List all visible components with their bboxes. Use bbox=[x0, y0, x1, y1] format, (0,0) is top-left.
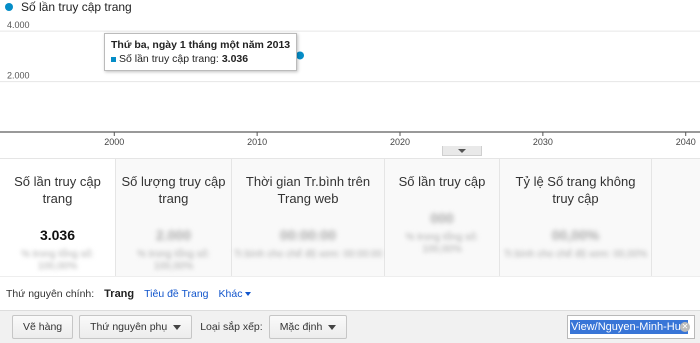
legend-series-label: Số lần truy cập trang bbox=[21, 0, 132, 14]
tooltip-label: Số lần truy cập trang: bbox=[119, 53, 219, 65]
sort-type-label: Loại sắp xếp: bbox=[200, 321, 263, 333]
metric-subtext: % trong tổng số: 100,00% bbox=[137, 249, 210, 272]
plot-rows-label: Vẽ hàng bbox=[23, 321, 63, 333]
dimension-other-dropdown[interactable]: Khác bbox=[219, 288, 252, 300]
metric-title: Số lượng truy cập trang bbox=[121, 174, 226, 206]
tooltip-title: Thứ ba, ngày 1 tháng một năm 2013 bbox=[111, 39, 291, 51]
primary-dimension-label: Thứ nguyên chính: bbox=[6, 287, 95, 300]
metric-value: 3.036 bbox=[39, 227, 76, 243]
metric-avg-time[interactable]: Thời gian Tr.bình trên Trang web 00:00:0… bbox=[232, 159, 385, 277]
sort-type-value: Mặc định bbox=[279, 321, 323, 333]
metric-value: 000 bbox=[430, 210, 454, 226]
x-tick-label: 2000 bbox=[104, 137, 124, 147]
metric-title: Thời gian Tr.bình trên Trang web bbox=[245, 174, 371, 206]
chart-tooltip: Thứ ba, ngày 1 tháng một năm 2013 Số lần… bbox=[104, 33, 298, 71]
data-point bbox=[296, 51, 304, 60]
metric-value: 00,00% bbox=[551, 227, 600, 243]
metric-entrances[interactable]: Số lần truy cập 000 % trong tổng số: 100… bbox=[385, 159, 500, 277]
dimension-page-title-link[interactable]: Tiêu đề Trang bbox=[144, 288, 208, 300]
tooltip-value: 3.036 bbox=[221, 53, 249, 65]
y-tick-label: 4.000 bbox=[7, 20, 30, 30]
filter-input-value: View/Nguyen-Minh-Hue bbox=[570, 320, 688, 334]
dimension-other-label: Khác bbox=[218, 287, 243, 300]
clear-icon[interactable]: ✕ bbox=[680, 322, 690, 332]
plot-rows-button[interactable]: Vẽ hàng bbox=[12, 315, 74, 339]
metric-scorecards: Số lần truy cập trang 3.036 % trong tổng… bbox=[0, 158, 700, 277]
x-tick-label: 2030 bbox=[533, 137, 553, 147]
y-tick-label: 2.000 bbox=[7, 71, 30, 81]
metric-extra[interactable] bbox=[652, 159, 700, 277]
tooltip-series-swatch-icon bbox=[111, 56, 116, 62]
chart-collapse-toggle[interactable] bbox=[442, 146, 482, 156]
chart-legend[interactable]: Số lần truy cập trang bbox=[5, 0, 132, 14]
metric-title: Số lần truy cập trang bbox=[14, 174, 101, 206]
x-tick-label: 2020 bbox=[390, 137, 410, 147]
x-tick-label: 2010 bbox=[247, 137, 267, 147]
primary-dimension-bar: Thứ nguyên chính: Trang Tiêu đề Trang Kh… bbox=[0, 276, 700, 310]
table-filter-input[interactable]: View/Nguyen-Minh-Hue ✕ bbox=[567, 315, 695, 339]
metric-bounce-rate[interactable]: Tỷ lệ Số trang không truy cập 00,00% Tr.… bbox=[500, 159, 652, 277]
metric-value: 00:00:00 bbox=[279, 227, 337, 243]
metric-unique-pageviews[interactable]: Số lượng truy cập trang 2.000 % trong tổ… bbox=[116, 159, 232, 277]
metric-value: 2.000 bbox=[155, 227, 192, 243]
metric-subtext: % trong tổng số: 100,00% bbox=[405, 232, 479, 255]
analytics-panel: Số lần truy cập trang 4.000 2.000 2000 2010… bbox=[0, 0, 700, 343]
metric-title bbox=[652, 159, 700, 173]
dimension-page[interactable]: Trang bbox=[104, 288, 134, 300]
legend-series-dot-icon bbox=[5, 3, 13, 11]
chevron-down-icon bbox=[245, 291, 252, 296]
secondary-dimension-label: Thứ nguyên phụ bbox=[90, 321, 168, 333]
secondary-dimension-dropdown[interactable]: Thứ nguyên phụ bbox=[79, 315, 193, 339]
metric-subtext: Tr.bình cho chế độ xem: 00:00:00 bbox=[233, 249, 383, 260]
metric-title: Số lần truy cập bbox=[398, 174, 486, 189]
metric-subtext: Tr.bình cho chế độ xem: 00,00% bbox=[503, 249, 648, 260]
chevron-down-icon bbox=[173, 324, 182, 330]
metric-pageviews[interactable]: Số lần truy cập trang 3.036 % trong tổng… bbox=[0, 159, 116, 277]
metric-title: Tỷ lệ Số trang không truy cập bbox=[515, 174, 636, 206]
chevron-down-icon bbox=[458, 148, 466, 153]
metric-subtext: % trong tổng số: 100,00% bbox=[21, 249, 94, 272]
table-toolbar: Vẽ hàng Thứ nguyên phụ Loại sắp xếp: Mặc… bbox=[0, 310, 700, 343]
sort-type-dropdown[interactable]: Mặc định bbox=[268, 315, 348, 339]
x-tick-label: 2040 bbox=[676, 137, 696, 147]
chevron-down-icon bbox=[328, 324, 337, 330]
tooltip-row: Số lần truy cập trang: 3.036 bbox=[111, 52, 290, 66]
